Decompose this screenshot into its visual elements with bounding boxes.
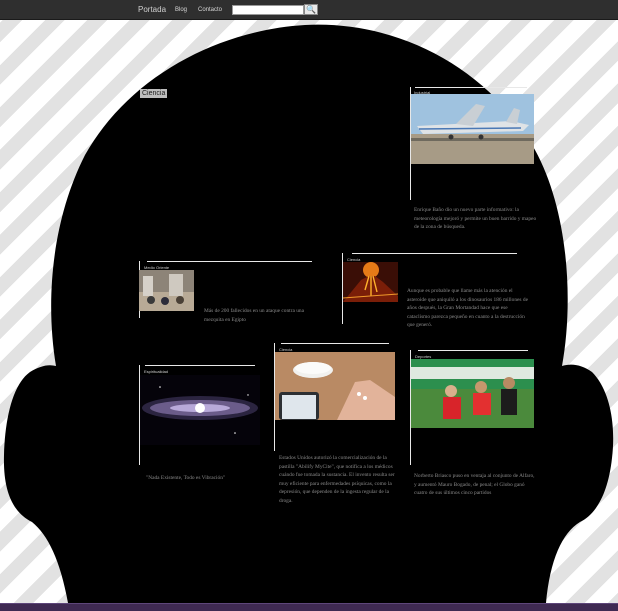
card-divider (418, 350, 528, 351)
article-summary: "Nada Existente, Todo es Vibración" (146, 475, 226, 481)
article-thumbnail-mosque[interactable] (139, 270, 194, 311)
article-thumbnail-football[interactable] (411, 359, 534, 428)
article-summary: Norberto Briasco puso en ventaja al conj… (414, 473, 535, 497)
article-thumbnail-airplane[interactable] (411, 94, 534, 164)
card-divider (352, 253, 517, 254)
article-summary: Enrique Baño dio un nuevo parte informat… (414, 207, 537, 231)
article-thumbnail-pill[interactable] (275, 352, 395, 420)
card-divider (281, 343, 389, 344)
bottom-bar (0, 603, 618, 611)
card-divider (145, 365, 255, 366)
card-divider (147, 261, 312, 262)
article-thumbnail-galaxy[interactable] (140, 375, 260, 445)
card-divider (415, 87, 527, 88)
article-summary: Más de 200 fallecidos en un ataque contr… (204, 308, 304, 323)
article-summary: Aunque es probable que llame más la aten… (407, 288, 528, 329)
section-tag[interactable]: Ciencia (140, 89, 168, 98)
article-category: Espiritualidad (144, 369, 169, 374)
article-thumbnail-volcano[interactable] (343, 262, 398, 302)
article-summary: Estados Unidos autorizó la comercializac… (279, 455, 395, 504)
